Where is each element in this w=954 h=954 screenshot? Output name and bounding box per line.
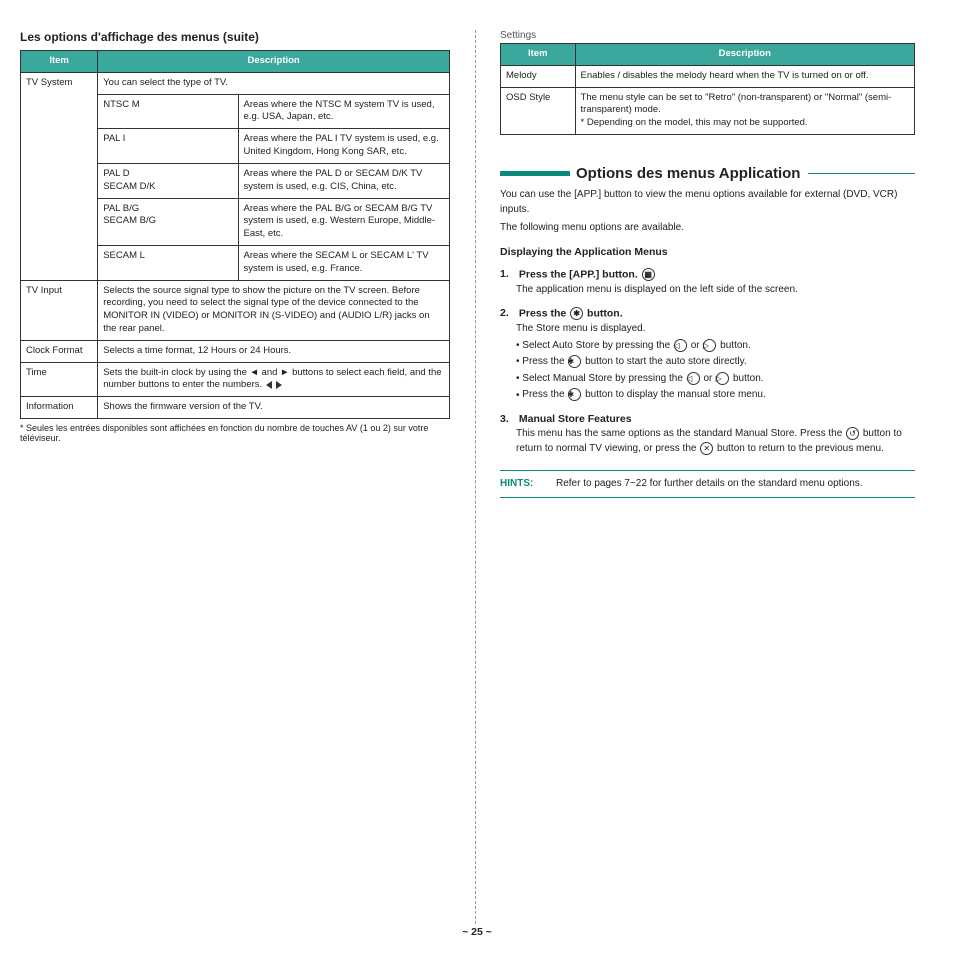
steps-heading: Displaying the Application Menus <box>500 246 915 258</box>
table-row: Melody Enables / disables the melody hea… <box>501 65 915 87</box>
table-subrow: PAL D SECAM D/K Areas where the PAL D or… <box>98 164 449 199</box>
step-2-bullet: Select Manual Store by pressing the ◁ or… <box>500 372 915 387</box>
right-arrow-icon <box>276 381 282 389</box>
section-line <box>808 173 915 174</box>
left-button-icon: ◁ <box>687 372 700 385</box>
step-3: 3. Manual Store Features <box>500 413 915 425</box>
left-button-icon: ◁ <box>674 339 687 352</box>
intro-paragraph: The following menu options are available… <box>500 221 915 236</box>
col-desc-header: Description <box>98 51 450 73</box>
subval: Areas where the PAL D or SECAM D/K TV sy… <box>239 164 449 198</box>
table-row: Clock Format Selects a time format, 12 H… <box>21 340 450 362</box>
section-header: Options des menus Application <box>500 165 915 182</box>
footnote: * Seules les entrées disponibles sont af… <box>20 423 450 443</box>
section-mark-icon <box>500 171 570 176</box>
subval: Areas where the PAL I TV system is used,… <box>239 129 449 163</box>
exit-button-icon: ✕ <box>700 442 713 455</box>
step-1: 1. Press the [APP.] button. ▦ <box>500 268 915 281</box>
step-3-detail: This menu has the same options as the st… <box>500 427 915 456</box>
page-number: ~ 25 ~ <box>0 926 954 938</box>
right-button-icon: ▷ <box>716 372 729 385</box>
desc-cell: Shows the firmware version of the TV. <box>98 397 450 419</box>
left-section-title: Les options d'affichage des menus (suite… <box>20 30 450 44</box>
item-cell: TV System <box>21 73 97 94</box>
desc-cell: Selects the source signal type to show t… <box>98 280 450 340</box>
step-2-bullet: Select Auto Store by pressing the ◁ or ▷… <box>500 339 915 354</box>
desc-cell: Selects a time format, 12 Hours or 24 Ho… <box>98 340 450 362</box>
subkey: NTSC M <box>98 95 238 129</box>
desc-cell: The menu style can be set to "Retro" (no… <box>575 87 914 134</box>
left-arrow-icon <box>266 381 272 389</box>
item-cell: Time <box>21 362 98 397</box>
table-subrow: SECAM L Areas where the SECAM L or SECAM… <box>98 246 449 280</box>
right-options-table: Item Description Melody Enables / disabl… <box>500 43 915 135</box>
desc-cell: Enables / disables the melody heard when… <box>575 65 914 87</box>
enter-button-icon: ✱ <box>568 388 581 401</box>
right-button-icon: ▷ <box>703 339 716 352</box>
enter-button-icon: ✱ <box>568 355 581 368</box>
table-row: TV Input Selects the source signal type … <box>21 280 450 340</box>
subkey: PAL D SECAM D/K <box>98 164 238 198</box>
subval: Areas where the PAL B/G or SECAM B/G TV … <box>239 199 449 245</box>
item-cell: TV Input <box>21 280 98 340</box>
left-options-table: Item Description TV System You can selec… <box>20 50 450 419</box>
item-cell: OSD Style <box>501 87 576 134</box>
desc-cell: You can select the type of TV. <box>98 73 449 95</box>
table-subrow: NTSC M Areas where the NTSC M system TV … <box>98 95 449 130</box>
table-subrow: PAL I Areas where the PAL I TV system is… <box>98 129 449 164</box>
item-cell: Information <box>21 397 98 419</box>
step-2-detail: The Store menu is displayed. <box>500 322 915 337</box>
table-row: Information Shows the firmware version o… <box>21 397 450 419</box>
subval: Areas where the NTSC M system TV is used… <box>239 95 449 129</box>
hints-text: Refer to pages 7~22 for further details … <box>556 477 863 491</box>
subkey: SECAM L <box>98 246 238 280</box>
desc-cell: Sets the built-in clock by using the ◄ a… <box>98 362 450 397</box>
step-2: 2. Press the ✱ button. <box>500 307 915 320</box>
hints-label: HINTS: <box>500 477 550 491</box>
table-row: TV System You can select the type of TV.… <box>21 72 450 280</box>
col-desc-header: Description <box>575 44 914 66</box>
subval: Areas where the SECAM L or SECAM L' TV s… <box>239 246 449 280</box>
table-subrow: PAL B/G SECAM B/G Areas where the PAL B/… <box>98 199 449 246</box>
item-cell: Melody <box>501 65 576 87</box>
return-button-icon: ↺ <box>846 427 859 440</box>
table-row: OSD Style The menu style can be set to "… <box>501 87 915 134</box>
enter-button-icon: ✱ <box>570 307 583 320</box>
step-1-detail: The application menu is displayed on the… <box>500 283 915 298</box>
item-cell: Clock Format <box>21 340 98 362</box>
col-item-header: Item <box>21 51 98 73</box>
section-title: Options des menus Application <box>576 165 800 182</box>
intro-paragraph: You can use the [APP.] button to view th… <box>500 188 915 217</box>
hints-panel: HINTS: Refer to pages 7~22 for further d… <box>500 470 915 498</box>
step-2-bullet: Press the ✱ button to start the auto sto… <box>500 355 915 370</box>
app-button-icon: ▦ <box>642 268 655 281</box>
step-2-bullet: Press the ✱ button to display the manual… <box>500 388 915 403</box>
subkey: PAL I <box>98 129 238 163</box>
subkey: PAL B/G SECAM B/G <box>98 199 238 245</box>
page-head-small: Settings <box>500 30 915 41</box>
table-row: Time Sets the built-in clock by using th… <box>21 362 450 397</box>
col-item-header: Item <box>501 44 576 66</box>
